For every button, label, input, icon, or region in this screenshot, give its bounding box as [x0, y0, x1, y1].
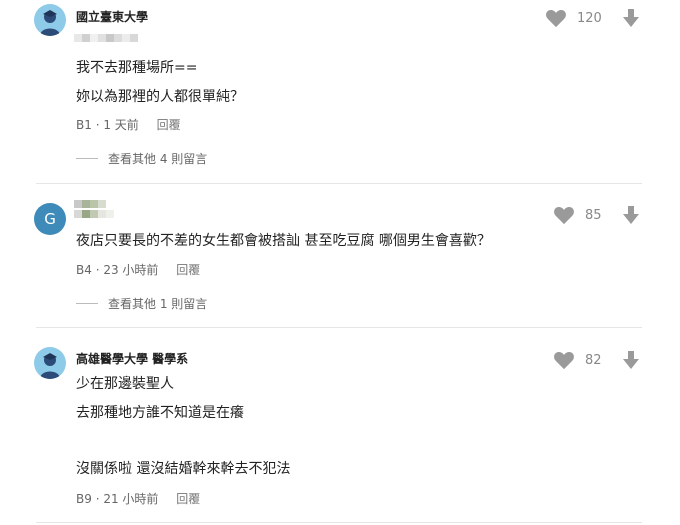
post-time: 23 小時前 [103, 263, 159, 277]
arrow-down-icon[interactable] [621, 205, 641, 225]
view-more-label: 查看其他 1 則留言 [108, 297, 208, 311]
student-avatar-icon [40, 10, 60, 36]
comment-text-line: 去那種地方誰不知道是在癢 [76, 405, 244, 421]
reply-button[interactable]: 回覆 [176, 492, 200, 506]
heart-icon [546, 9, 566, 28]
divider-line [76, 158, 98, 159]
like-button[interactable]: 82 [553, 350, 602, 370]
reply-button[interactable]: 回覆 [157, 118, 181, 132]
blurred-username [74, 34, 138, 42]
arrow-down-icon[interactable] [621, 8, 641, 28]
post-time: 21 小時前 [103, 492, 159, 506]
heart-icon [554, 206, 574, 225]
reply-button[interactable]: 回覆 [176, 263, 200, 277]
view-more-replies[interactable]: 查看其他 4 則留言 [76, 150, 207, 167]
comment-meta: B9 · 21 小時前 回覆 [76, 492, 201, 506]
arrow-down-icon[interactable] [621, 350, 641, 370]
comment-text-line: 沒關係啦 還沒結婚幹來幹去不犯法 [76, 461, 291, 477]
avatar[interactable] [34, 4, 66, 36]
floor-number: B9 [76, 492, 92, 506]
comment-meta: B4 · 23 小時前 回覆 [76, 263, 201, 277]
view-more-replies[interactable]: 查看其他 1 則留言 [76, 295, 207, 312]
heart-icon [554, 351, 574, 370]
floor-number: B1 [76, 118, 92, 132]
avatar[interactable]: G [34, 203, 66, 235]
like-button[interactable]: 85 [553, 205, 602, 225]
author-name[interactable]: 國立臺東大學 [76, 8, 148, 25]
avatar[interactable] [34, 347, 66, 379]
comment-divider [36, 327, 642, 328]
blurred-username [74, 210, 114, 218]
comment-text-line: 我不去那種場所== [76, 60, 198, 76]
divider-line [76, 303, 98, 304]
like-button[interactable]: 120 [545, 8, 602, 28]
avatar-letter: G [44, 210, 56, 228]
comment-meta: B1 · 1 天前 回覆 [76, 118, 181, 132]
comment-text-line: 妳以為那裡的人都很單純？ [76, 89, 244, 105]
author-name[interactable]: 高雄醫學大學 醫學系 [76, 350, 188, 367]
like-count: 85 [585, 207, 602, 223]
floor-number: B4 [76, 263, 92, 277]
student-avatar-icon [40, 353, 60, 379]
blurred-username [74, 200, 106, 208]
comment-divider [36, 522, 642, 523]
comment-divider [36, 183, 642, 184]
view-more-label: 查看其他 4 則留言 [108, 152, 208, 166]
post-time: 1 天前 [103, 118, 139, 132]
like-count: 82 [585, 352, 602, 368]
comment-text-line: 夜店只要長的不差的女生都會被搭訕 甚至吃豆腐 哪個男生會喜歡？ [76, 233, 491, 249]
like-count: 120 [577, 10, 602, 26]
comment-text-line: 少在那邊裝聖人 [76, 376, 174, 392]
